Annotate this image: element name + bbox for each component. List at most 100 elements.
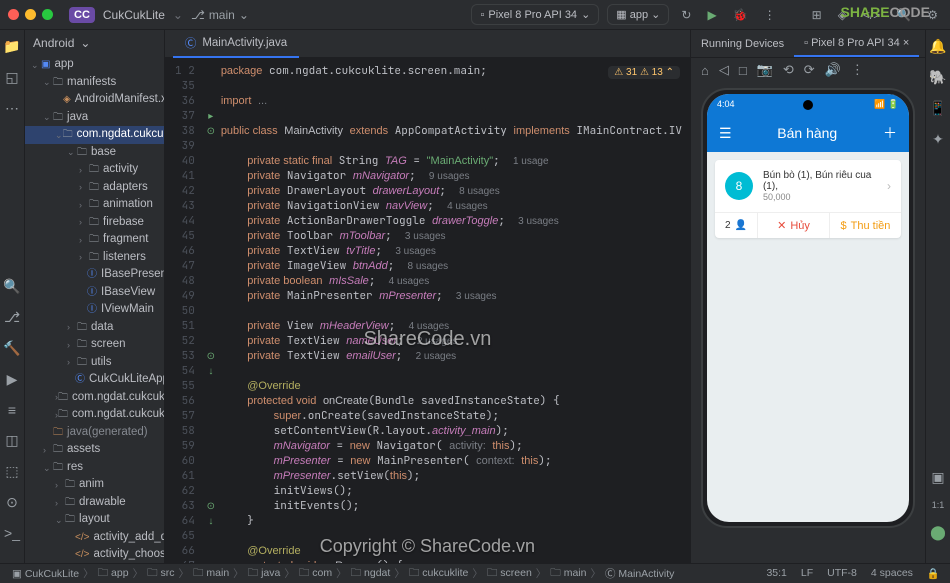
gutter-icons: ▸⊙⊙↓⊙↓	[201, 58, 221, 563]
dev-screenshot-icon[interactable]: 📷	[757, 62, 773, 78]
app-title: Bán hàng	[777, 125, 837, 141]
dev-recents-icon[interactable]: □	[739, 63, 747, 78]
tree-pkg-test[interactable]: ›🗀com.ngdat.cukcuklite (test)	[25, 406, 164, 424]
more-run-icon[interactable]: ⋮	[760, 6, 780, 24]
gradle-icon[interactable]: 🐘	[929, 69, 946, 86]
dev-back-icon[interactable]: ◁	[719, 62, 729, 78]
left-tool-rail: 📁 ◱ ⋯ 🔍 ⎇ 🔨 ▶ ≡ ◫ ⬚ ⊙ >_	[0, 30, 25, 563]
order-items: Bún bò (1), Bún riêu cua (1),	[763, 170, 877, 192]
device-screen[interactable]: 4:04 📶 🔋 ☰ Bán hàng ＋ 8 Bún bò (1), Bún …	[707, 94, 909, 522]
pay-button[interactable]: $ Thu tiền	[830, 213, 901, 238]
encoding[interactable]: UTF-8	[827, 567, 857, 580]
device-tab[interactable]: ▫ Pixel 8 Pro API 34 ×	[794, 31, 919, 57]
tree-anim[interactable]: ›🗀anim	[25, 476, 164, 494]
build-variant-icon[interactable]: ◫	[5, 432, 18, 449]
dev-more-icon[interactable]: ⋮	[851, 62, 864, 78]
android-icon[interactable]: ⬤	[930, 524, 946, 541]
tree-app[interactable]: ⌄▣app	[25, 56, 164, 74]
order-card[interactable]: 8 Bún bò (1), Bún riêu cua (1), 50,000 ›…	[715, 160, 901, 238]
minimize-window[interactable]	[25, 9, 36, 20]
project-tool-icon[interactable]: 📁	[3, 38, 20, 55]
tree-manifest-file[interactable]: ◈AndroidManifest.xml	[25, 91, 164, 109]
tree-activity[interactable]: ›🗀activity	[25, 161, 164, 179]
terminal-icon[interactable]: ⬚	[5, 463, 18, 480]
readonly-icon[interactable]: 🔒	[927, 567, 940, 580]
tree-app-class[interactable]: ⒸCukCukLiteApplication	[25, 371, 164, 389]
device-frame: 4:04 📶 🔋 ☰ Bán hàng ＋ 8 Bún bò (1), Bún …	[701, 88, 915, 528]
sync-icon[interactable]: ↻	[677, 6, 695, 24]
tool1-icon[interactable]: ⊞	[808, 6, 826, 24]
tree-assets[interactable]: ›🗀assets	[25, 441, 164, 459]
tree-pkg-android[interactable]: ›🗀com.ngdat.cukcuklite (androidTe	[25, 389, 164, 407]
device-selector[interactable]: ▫ Pixel 8 Pro API 34 ⌄	[471, 4, 599, 25]
vcs-branch[interactable]: ⎇ main ⌄	[191, 8, 249, 22]
right-tool-rail: 🔔 🐘 📱 ✦ ▣ 1:1 ⬤	[925, 30, 950, 563]
tree-utils[interactable]: ›🗀utils	[25, 354, 164, 372]
dev-rotate2-icon[interactable]: ⟳	[804, 62, 815, 78]
tree-java-gen[interactable]: 🗀java (generated)	[25, 424, 164, 442]
tab-mainactivity[interactable]: ⒸMainActivity.java	[173, 30, 299, 58]
inspection-badge[interactable]: ⚠ 31 ⚠ 13 ⌃	[608, 66, 680, 79]
device-toolbar: ⌂ ◁ □ 📷 ⟲ ⟳ 🔊 ⋮	[691, 58, 925, 82]
run-icon[interactable]: ▶	[703, 6, 720, 24]
window-controls	[8, 9, 53, 20]
resource-tool-icon[interactable]: ◱	[5, 69, 18, 86]
tree-screen[interactable]: ›🗀screen	[25, 336, 164, 354]
running-tab[interactable]: Running Devices	[691, 32, 794, 56]
add-icon[interactable]: ＋	[883, 123, 897, 143]
cancel-button[interactable]: ✕ Hủy	[758, 213, 830, 238]
dev-rotate-icon[interactable]: ⟲	[783, 62, 794, 78]
problems-icon[interactable]: ⊙	[6, 494, 18, 511]
tree-data[interactable]: ›🗀data	[25, 319, 164, 337]
tree-layout[interactable]: ⌄🗀layout	[25, 511, 164, 529]
run-config-selector[interactable]: ▦ app ⌄	[607, 4, 669, 25]
tree-fragment[interactable]: ›🗀fragment	[25, 231, 164, 249]
ai-icon[interactable]: ✦	[932, 131, 944, 148]
caret-position[interactable]: 35:1	[766, 567, 786, 580]
line-separator[interactable]: LF	[801, 567, 813, 580]
tree-pkg[interactable]: ⌄🗀com.ngdat.cukcuklite	[25, 126, 164, 144]
indent[interactable]: 4 spaces	[871, 567, 913, 580]
ratio-icon[interactable]: 1:1	[932, 500, 945, 510]
search-tool-icon[interactable]: 🔍	[3, 278, 20, 295]
order-price: 50,000	[763, 192, 877, 202]
dev-home-icon[interactable]: ⌂	[701, 63, 709, 78]
tree-java[interactable]: ⌄🗀java	[25, 109, 164, 127]
project-badge: CC	[69, 7, 95, 23]
tree-listeners[interactable]: ›🗀listeners	[25, 249, 164, 267]
sidebar-header[interactable]: Android ⌄	[25, 30, 164, 56]
tree-iviewmain[interactable]: ⒾIViewMain	[25, 301, 164, 319]
vcs-tool-icon[interactable]: ⎇	[4, 309, 20, 326]
device-mgr-icon[interactable]: 📱	[929, 100, 946, 117]
more-tool-icon[interactable]: ⋯	[5, 100, 19, 117]
tree-adapters[interactable]: ›🗀adapters	[25, 179, 164, 197]
close-window[interactable]	[8, 9, 19, 20]
menu-icon[interactable]: ☰	[719, 125, 732, 142]
table-badge: 8	[725, 172, 753, 200]
editor-area: ⒸMainActivity.java ⚠ 31 ⚠ 13 ⌃ 1 2 35 36…	[165, 30, 690, 563]
terminal2-icon[interactable]: >_	[4, 525, 20, 541]
tree-ibaseview[interactable]: ⒾIBaseView	[25, 284, 164, 302]
tree-firebase[interactable]: ›🗀firebase	[25, 214, 164, 232]
tree-ibasepresenter[interactable]: ⒾIBasePresenter	[25, 266, 164, 284]
emulator-icon[interactable]: ▣	[931, 469, 944, 486]
tree-manifests[interactable]: ⌄🗀manifests	[25, 74, 164, 92]
tree-drawable[interactable]: ›🗀drawable	[25, 494, 164, 512]
build-tool-icon[interactable]: 🔨	[3, 340, 20, 357]
app-bar: ☰ Bán hàng ＋	[707, 114, 909, 152]
tree-base[interactable]: ⌄🗀base	[25, 144, 164, 162]
maximize-window[interactable]	[42, 9, 53, 20]
code-editor[interactable]: package com.ngdat.cukcuklite.screen.main…	[221, 58, 690, 563]
run-tool-icon[interactable]: ▶	[7, 371, 18, 388]
notif-icon[interactable]: 🔔	[929, 38, 946, 55]
line-gutter: 1 2 35 36 37 38 39 40 41 42 43 44 45 46 …	[165, 58, 201, 563]
project-name[interactable]: CukCukLite	[103, 8, 165, 22]
dev-vol-icon[interactable]: 🔊	[825, 62, 841, 78]
tree-animation[interactable]: ›🗀animation	[25, 196, 164, 214]
tree-res[interactable]: ⌄🗀res	[25, 459, 164, 477]
debug-icon[interactable]: 🐞	[729, 6, 752, 24]
tree-l2[interactable]: </>activity_choose_dish_default.x	[25, 546, 164, 563]
breadcrumbs[interactable]: ▣ CukCukLite〉🗀 app〉🗀 src〉🗀 main〉🗀 java〉🗀…	[0, 565, 676, 583]
logcat-tool-icon[interactable]: ≡	[8, 402, 16, 418]
tree-l1[interactable]: </>activity_add_dish.xml	[25, 529, 164, 547]
